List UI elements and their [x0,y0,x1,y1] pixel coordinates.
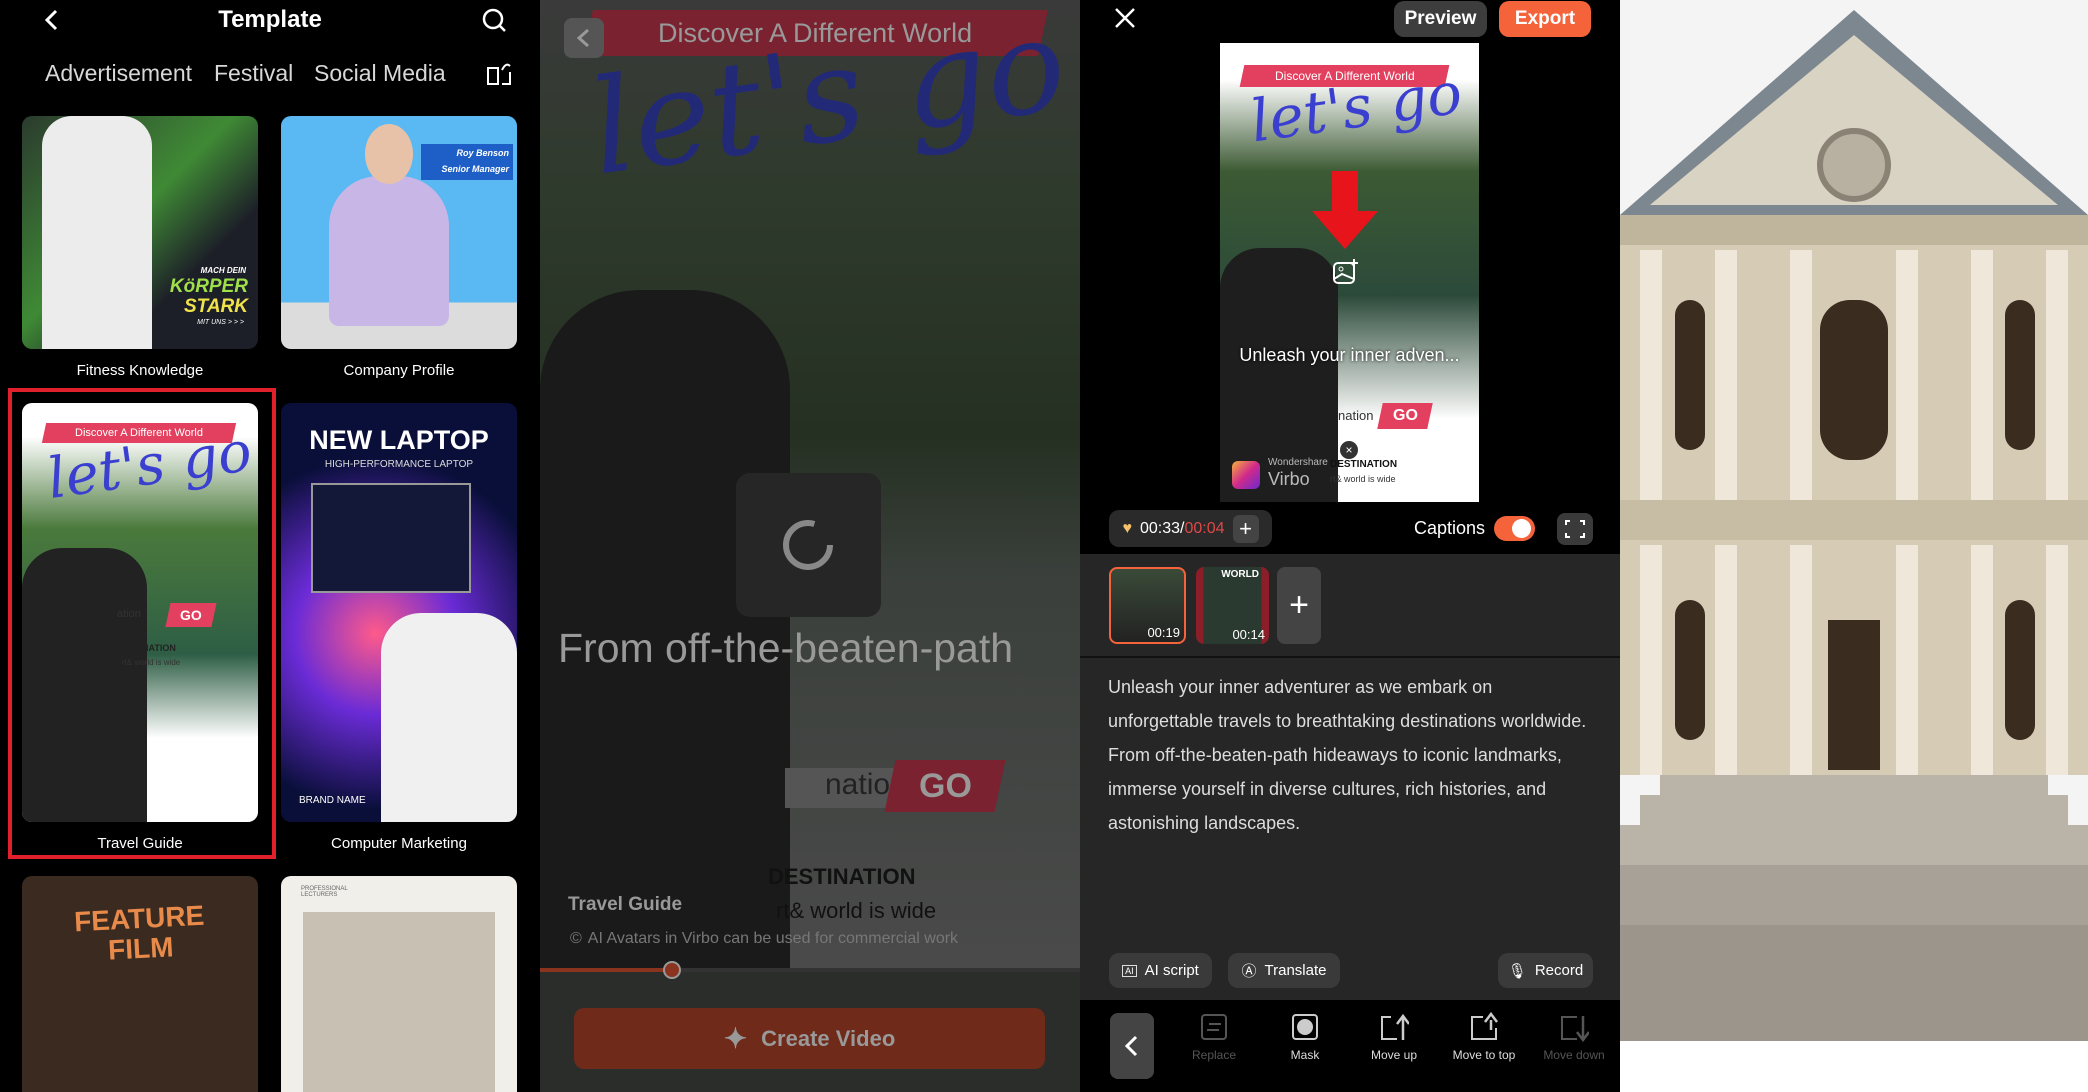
template-panel: Template Advertisement Festival Social M… [0,0,540,1092]
search-icon[interactable] [481,7,509,35]
template-label: Fitness Knowledge [76,362,204,379]
move-down-icon [1561,1016,1589,1042]
virbo-logo [1232,461,1260,489]
loading-spinner-icon [783,520,833,570]
add-image-icon[interactable] [1332,257,1360,285]
captions-label: Captions [1414,518,1486,538]
template-preview-panel: Discover A Different World let's go From… [540,0,1080,1092]
clip-thumbnail[interactable]: WORLD 00:14 [1196,567,1269,644]
page-title: Template [218,6,322,33]
move-up-icon [1381,1013,1409,1040]
mansion-image [1620,0,2088,1041]
captions-toggle[interactable] [1494,516,1535,541]
move-down-tool[interactable]: Move down [1529,1012,1619,1062]
divider [1080,656,1620,658]
template-label: Company Profile [343,362,455,379]
export-button[interactable]: Export [1499,1,1591,37]
tab-social-media[interactable]: Social Media [314,60,446,87]
add-clip-button[interactable]: + [1277,567,1321,644]
fullscreen-button[interactable] [1557,513,1593,545]
record-button[interactable]: 🎙︎ Record [1498,953,1593,988]
remove-element-icon[interactable]: × [1340,441,1358,459]
microphone-icon: 🎙︎ [1507,962,1527,980]
mask-tool[interactable]: Mask [1260,1012,1350,1062]
duration-pill: ♥ 00:33/00:04 + [1109,510,1272,547]
toolbar-back-button[interactable] [1110,1013,1154,1079]
sparkle-icon: ✦ [723,1023,748,1054]
copyright-icon: © [570,930,582,947]
caption-text: Unleash your inner adven... [1239,345,1460,365]
editor-panel: Preview Export Discover A Different Worl… [1080,0,1620,1092]
template-label: Computer Marketing [331,835,467,852]
commercial-notice: © AI Avatars in Virbo can be used for com… [570,930,959,947]
template-card-fitness[interactable]: MACH DEIN KöRPER STARK MIT UNS > > > [22,116,258,349]
tab-festival[interactable]: Festival [214,60,293,87]
video-canvas[interactable]: Discover A Different World let's go Unle… [1220,43,1479,502]
tab-advertisement[interactable]: Advertisement [45,60,192,87]
premium-diamond-icon: ♥ [1122,519,1132,537]
template-label: Travel Guide [97,835,183,852]
ai-script-button[interactable]: AI AI script [1109,953,1212,988]
script-text[interactable]: Unleash your inner adventurer as we emba… [1108,670,1598,840]
fullscreen-icon [1565,520,1585,538]
red-arrow-annotation [1312,171,1378,249]
close-icon[interactable] [1113,6,1137,30]
move-to-top-icon [1471,1012,1498,1040]
move-to-top-tool[interactable]: Move to top [1439,1012,1529,1062]
translate-icon: Ⓐ [1241,963,1257,980]
template-card-travel[interactable]: Discover A Different World let's go atio… [22,403,258,822]
clip-thumbnail[interactable]: 00:19 [1109,567,1186,644]
category-expand-icon[interactable] [486,60,514,86]
mask-icon [1292,1014,1318,1040]
playback-scrubber[interactable] [663,961,681,979]
create-video-button[interactable]: ✦ Create Video [574,1008,1045,1069]
replace-tool[interactable]: Replace [1169,1012,1259,1062]
loading-overlay [736,473,881,617]
template-card-lecturers[interactable]: PROFESSIONAL LECTURERS [281,876,517,1092]
add-time-button[interactable]: + [1232,514,1259,543]
template-card-feature-film[interactable]: FEATURE FILM [22,876,258,1092]
building-photo [1620,0,2088,1092]
template-card-company[interactable]: Roy Benson Senior Manager [281,116,517,349]
template-card-laptop[interactable]: NEW LAPTOP HIGH-PERFORMANCE LAPTOP BRAND… [281,403,517,822]
playback-progress[interactable] [540,968,1080,972]
translate-button[interactable]: Ⓐ Translate [1228,953,1340,988]
chevron-left-icon [1124,1035,1138,1057]
preview-button[interactable]: Preview [1394,1,1487,37]
replace-icon [1201,1014,1227,1040]
move-up-tool[interactable]: Move up [1349,1012,1439,1062]
template-name: Travel Guide [568,894,683,915]
ai-icon: AI [1122,964,1137,977]
